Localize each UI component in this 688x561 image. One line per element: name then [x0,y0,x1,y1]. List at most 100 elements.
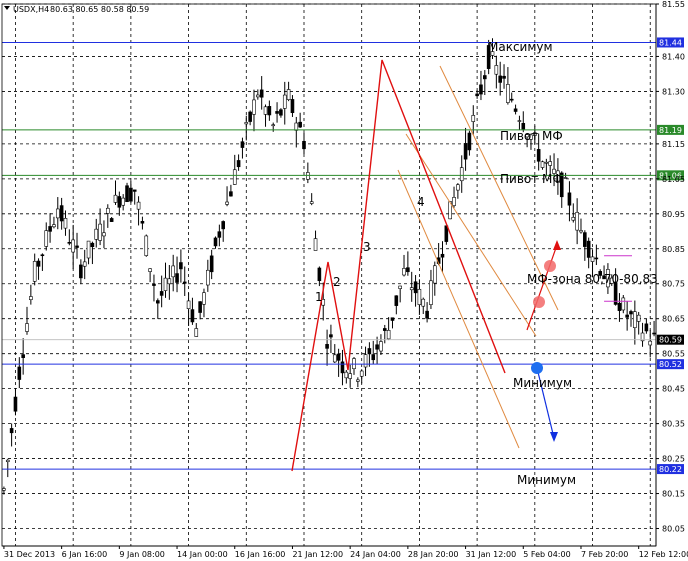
x-tick-label-6: 24 Jan 04:00 [350,550,401,559]
candle-body-94 [363,354,368,368]
candle-body-139 [536,149,541,162]
candle-body-110 [425,310,429,319]
x-tick-label-4: 16 Jan 16:00 [235,550,286,559]
candle-body-61 [236,160,241,168]
candle-body-25 [98,223,102,241]
candle-body-50 [194,328,199,337]
candle-body-146 [563,177,568,179]
candle-body-1 [5,459,10,463]
candle-body-38 [148,268,152,272]
candle-body-111 [429,280,433,305]
candle-body-48 [186,300,191,310]
candle-body-130 [502,75,506,79]
candle-body-88 [340,361,345,374]
candle-body-40 [156,300,160,304]
level-badge-label-1: 81.19 [659,126,682,135]
candle-body-3 [13,396,18,412]
up-marker-upper [544,260,556,272]
candle-body-69 [267,106,272,116]
wave-label-1: 1 [315,290,323,304]
y-tick-label-10: 80.45 [662,385,685,394]
candle-body-67 [259,89,264,98]
candle-body-92 [356,379,360,382]
level-badge-label-4: 80.22 [659,465,682,474]
candle-body-129 [498,75,502,83]
price-chart: 81.4481.1981.0680.5280.2280.59 1 2 3 4 М… [0,0,688,561]
candle-body-161 [621,297,626,311]
y-tick-label-4: 81.05 [662,175,685,184]
candle-body-41 [159,291,164,296]
candle-body-123 [475,93,479,97]
current-price-label: 80.59 [659,336,682,345]
x-tick-label-11: 12 Feb 12:00 [639,550,688,559]
candle-body-65 [252,99,256,115]
candle-body-163 [629,311,633,315]
candle-body-64 [248,111,252,122]
candle-body-26 [102,232,106,237]
candle-body-70 [271,124,276,127]
x-tick-label-7: 28 Jan 20:00 [408,550,459,559]
candle-body-89 [344,371,349,379]
candle-body-151 [583,232,587,247]
wave-label-3: 3 [363,240,371,254]
candle-body-149 [575,212,579,231]
candle-body-162 [625,314,629,318]
x-tick-label-5: 21 Jan 12:00 [292,550,343,559]
candle-body-37 [144,235,149,256]
candle-body-101 [390,317,395,321]
candle-body-133 [513,108,518,112]
candle-body-73 [282,94,287,109]
candle-body-42 [163,277,168,291]
candle-body-22 [86,240,91,259]
candle-body-24 [94,228,99,240]
candle-body-85 [329,334,333,338]
candle-body-47 [182,281,187,284]
annotation-minimum-1: Минимум [513,376,572,390]
candle-body-95 [367,348,372,355]
candle-body-11 [44,230,49,247]
y-tick-label-12: 80.25 [662,455,685,464]
header-symbol: USDX,H4 [13,5,49,14]
candle-body-117 [452,197,456,206]
candle-body-23 [90,242,95,248]
candle-body-74 [286,89,291,100]
y-tick-label-6: 80.85 [662,245,685,254]
candle-body-169 [652,332,656,335]
candle-body-76 [294,122,299,131]
candle-body-71 [275,111,279,114]
candle-body-0 [2,488,6,491]
chart-header: USDX,H4 80.63 80.65 80.58 80.59 [4,5,149,14]
candle-body-134 [517,120,522,122]
candle-body-14 [55,208,60,219]
candle-body-32 [125,185,129,203]
candle-body-109 [421,298,426,307]
candle-body-58 [225,201,229,205]
candle-body-27 [105,207,110,214]
candle-body-121 [467,132,472,151]
candle-body-20 [79,264,83,279]
candle-body-154 [594,257,599,260]
candle-body-31 [121,197,125,206]
candle-body-114 [440,253,445,258]
annotation-minimum-2: Минимум [517,473,576,487]
candle-body-7 [29,296,33,301]
x-tick-label-10: 7 Feb 20:00 [581,550,628,559]
candle-body-103 [398,285,402,289]
candle-body-77 [298,121,302,128]
candle-body-80 [309,201,314,204]
candle-body-118 [456,184,460,191]
candle-body-21 [82,261,87,267]
x-tick-label-9: 5 Feb 04:00 [523,550,570,559]
x-tick-label-1: 6 Jan 16:00 [62,550,108,559]
candle-body-43 [167,278,172,285]
candle-body-100 [386,330,391,340]
candle-body-29 [113,194,118,203]
candle-body-152 [586,240,591,258]
candle-body-36 [140,221,145,224]
annotation-zone: МФ-зона 80,70-80,83 [527,272,658,286]
candle-body-57 [221,221,226,230]
candle-body-56 [217,231,222,238]
y-tick-label-0: 81.55 [662,0,685,9]
candle-body-86 [332,354,337,363]
candle-body-62 [240,141,245,148]
